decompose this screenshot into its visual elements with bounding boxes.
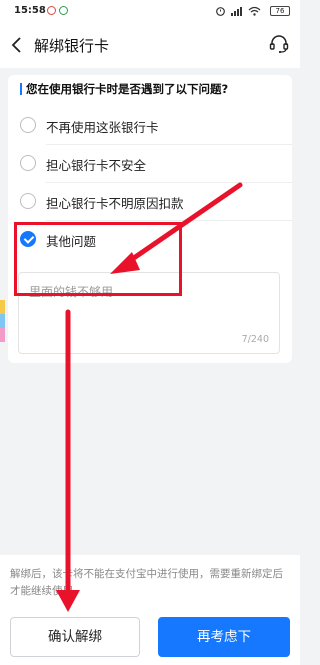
edge-strip: [0, 328, 5, 342]
option-label: 担心银行卡不明原因扣款: [46, 196, 184, 211]
status-time: 15:58: [14, 5, 46, 16]
annotation-highlight-box: [14, 222, 182, 296]
headset-icon[interactable]: [268, 33, 290, 55]
status-bar: 15:58 76: [0, 0, 300, 22]
radio-button[interactable]: [20, 155, 36, 171]
notification-app-icon: [47, 6, 56, 15]
option-no-longer-use[interactable]: 不再使用这张银行卡: [8, 107, 292, 145]
char-count: 7/240: [241, 334, 269, 345]
alarm-icon: [216, 7, 225, 16]
edge-strip: [0, 300, 5, 314]
signal-icon: [231, 7, 242, 16]
option-label: 不再使用这张银行卡: [46, 120, 159, 135]
reconsider-button[interactable]: 再考虑下: [158, 617, 290, 657]
bottom-action-area: 解绑后，该卡将不能在支付宝中进行使用，需要重新绑定后才能继续使用 确认解绑 再考…: [0, 555, 300, 665]
option-unknown-deduction[interactable]: 担心银行卡不明原因扣款: [8, 183, 292, 221]
radio-button[interactable]: [20, 193, 36, 209]
confirm-unbind-button[interactable]: 确认解绑: [10, 617, 140, 657]
survey-question: 您在使用银行卡时是否遇到了以下问题?: [20, 81, 228, 97]
wifi-icon: [248, 6, 261, 16]
radio-button[interactable]: [20, 117, 36, 133]
battery-icon: 76: [270, 6, 290, 16]
page-title: 解绑银行卡: [34, 37, 110, 55]
battery-level: 76: [275, 7, 285, 15]
edge-strip: [0, 314, 5, 328]
status-indicators: 76: [210, 4, 290, 18]
notification-app-icon: [59, 6, 68, 15]
header-bar: 解绑银行卡: [0, 22, 300, 68]
unbind-notice: 解绑后，该卡将不能在支付宝中进行使用，需要重新绑定后才能继续使用: [10, 568, 283, 597]
survey-card: 您在使用银行卡时是否遇到了以下问题? 不再使用这张银行卡 担心银行卡不安全 担心…: [8, 75, 292, 363]
option-unsafe[interactable]: 担心银行卡不安全: [8, 145, 292, 183]
option-label: 担心银行卡不安全: [46, 158, 147, 173]
chevron-left-icon[interactable]: [10, 35, 24, 55]
